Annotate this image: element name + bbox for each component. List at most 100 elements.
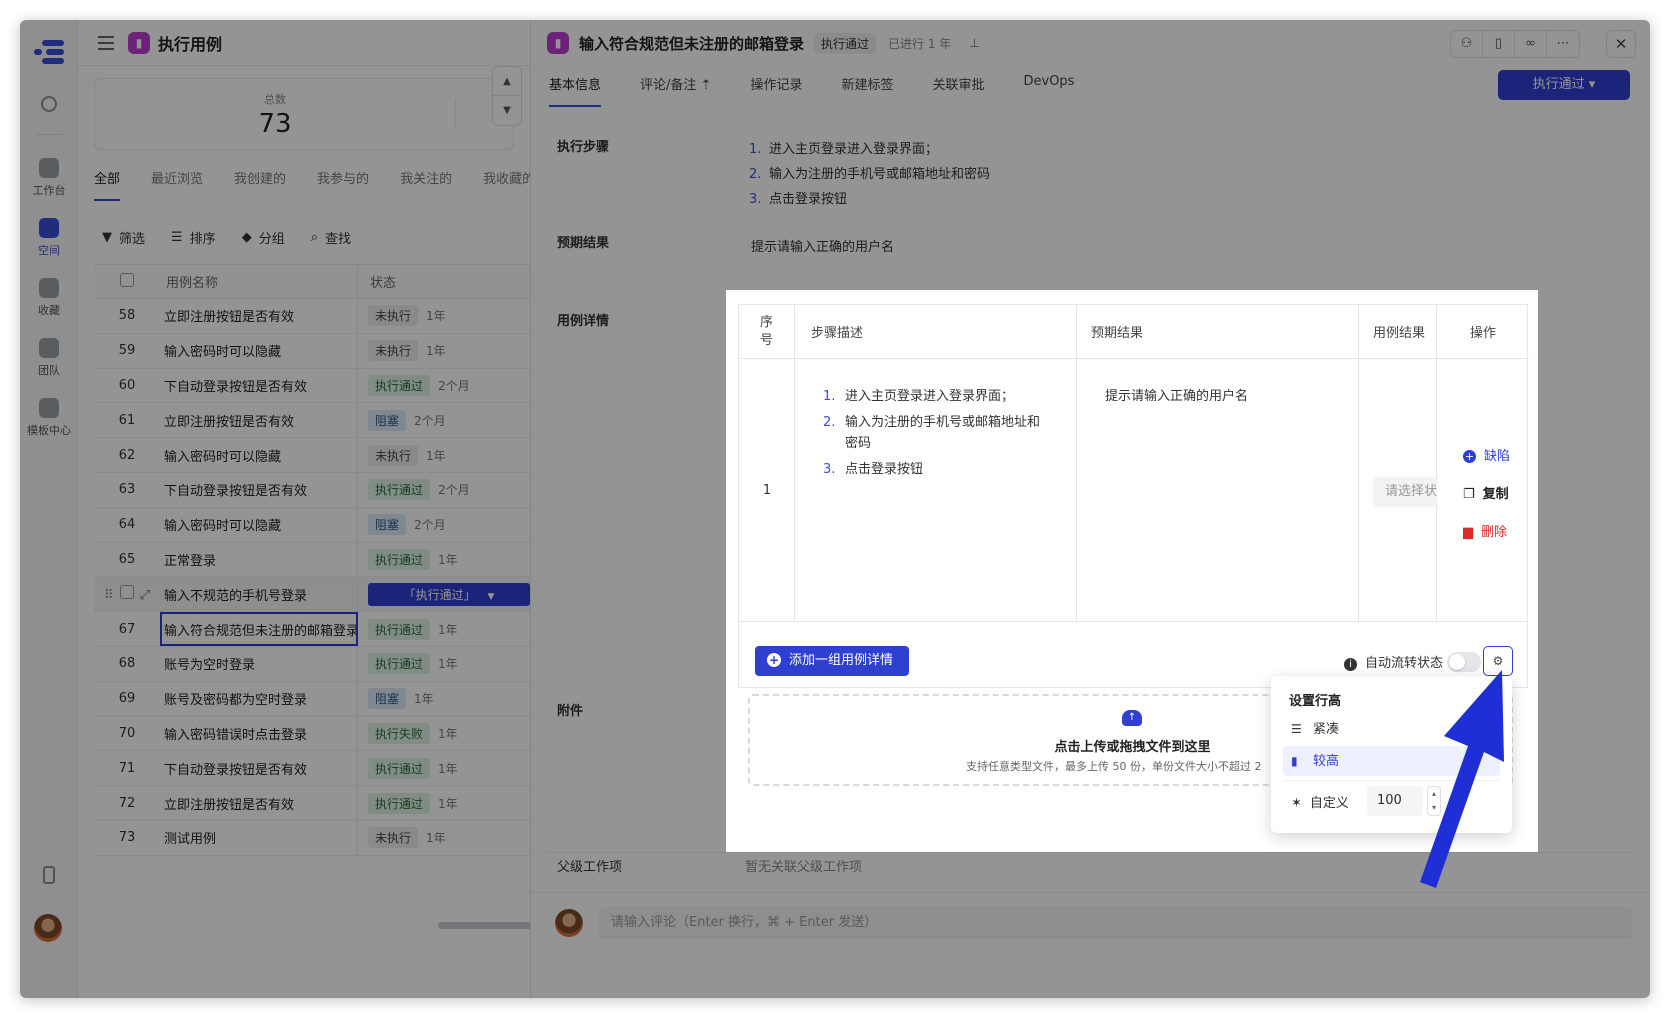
user-avatar[interactable] (34, 914, 62, 942)
table-row[interactable]: ⠿ ⤢ 输入不规范的手机号登录 「执行通过」 ▼ (94, 577, 570, 613)
status-badge[interactable]: 执行通过 (814, 32, 877, 54)
auto-flow-toggle[interactable] (1447, 652, 1481, 672)
case-name[interactable]: 输入密码时可以隐藏 (160, 438, 358, 472)
status-tag[interactable]: 未执行 (368, 444, 419, 466)
row-checkbox[interactable] (119, 585, 134, 600)
case-name[interactable]: 输入符合规范但未注册的邮箱登录 (160, 612, 358, 646)
add-case-detail-button[interactable]: + 添加一组用例详情 (755, 646, 909, 676)
table-row[interactable]: 60 下自动登录按钮是否有效 执行通过 2个月 (94, 368, 570, 404)
case-name[interactable]: 下自动登录按钮是否有效 (160, 472, 358, 507)
status-tag[interactable]: 执行通过 (368, 374, 431, 396)
rail-item-templates[interactable]: 模板中心 (20, 398, 78, 438)
tab-created[interactable]: 我创建的 (234, 168, 286, 201)
case-name[interactable]: 下自动登录按钮是否有效 (160, 368, 358, 403)
find-button[interactable]: ⌕ 查找 (311, 228, 351, 247)
sort-button[interactable]: ☰ 排序 (171, 228, 216, 247)
tab-basic-info[interactable]: 基本信息 (549, 74, 602, 107)
comment-input[interactable]: 请输入评论（Enter 换行，⌘ + Enter 发送） (599, 907, 1632, 939)
members-icon[interactable]: ⚇ (1451, 31, 1483, 57)
app-logo[interactable] (34, 40, 64, 64)
rail-item-team[interactable]: 团队 (20, 338, 78, 378)
link-icon[interactable]: ∞ (1515, 31, 1547, 57)
more-icon[interactable]: ⋯ (1547, 31, 1579, 57)
table-row[interactable]: 73 测试用例 未执行 1年 (94, 820, 570, 856)
status-tag[interactable]: 执行通过 (368, 479, 431, 501)
rail-item-favorites[interactable]: 收藏 (20, 278, 78, 318)
status-tag[interactable]: 未执行 (368, 305, 419, 327)
group-button[interactable]: ◆ 分组 (242, 228, 285, 247)
search-icon[interactable] (20, 96, 78, 116)
filter-button[interactable]: ▼ 筛选 (102, 228, 145, 247)
phone-icon[interactable] (20, 866, 78, 888)
status-tag[interactable]: 执行通过 (368, 618, 431, 640)
copy-button[interactable]: ❐ 复制 (1463, 483, 1509, 502)
rail-item-workbench[interactable]: 工作台 (20, 158, 78, 198)
case-name[interactable]: 输入密码错误时点击登录 (160, 716, 358, 751)
status-tag[interactable]: 未执行 (368, 827, 419, 849)
tab-comments[interactable]: 评论/备注 ⇡ (640, 74, 711, 107)
case-name[interactable]: 正常登录 (160, 542, 358, 577)
tab-all[interactable]: 全部 (94, 168, 121, 201)
table-row[interactable]: 70 输入密码错误时点击登录 执行失败 1年 (94, 716, 570, 752)
case-name[interactable]: 测试用例 (160, 820, 358, 855)
add-defect-button[interactable]: + 缺陷 (1463, 445, 1510, 464)
status-tag[interactable]: 未执行 (368, 340, 419, 362)
status-tag[interactable]: 执行失败 (368, 722, 431, 744)
select-all-checkbox[interactable] (120, 272, 134, 287)
status-tag[interactable]: 执行通过 (368, 548, 431, 570)
tab-devops[interactable]: DevOps (1024, 74, 1075, 107)
table-row[interactable]: 58 立即注册按钮是否有效 未执行 1年 (94, 299, 570, 334)
status-dropdown[interactable]: 「执行通过」 ▼ (368, 582, 530, 606)
case-name[interactable]: 账号为空时登录 (160, 646, 358, 681)
case-name[interactable]: 输入不规范的手机号登录 (160, 577, 358, 612)
status-tag[interactable]: 执行通过 (368, 653, 431, 675)
table-row[interactable]: 68 账号为空时登录 执行通过 1年 (94, 646, 570, 682)
table-row[interactable]: 67 输入符合规范但未注册的邮箱登录 执行通过 1年 (94, 612, 570, 647)
case-name[interactable]: 立即注册按钮是否有效 (160, 786, 358, 820)
table-row[interactable]: 72 立即注册按钮是否有效 执行通过 1年 (94, 786, 570, 821)
case-name[interactable]: 立即注册按钮是否有效 (160, 403, 358, 438)
tab-followed[interactable]: 我关注的 (400, 168, 452, 201)
rail-item-space[interactable]: 空间 (20, 218, 78, 258)
case-name[interactable]: 输入密码时可以隐藏 (160, 333, 358, 368)
table-row[interactable]: 65 正常登录 执行通过 1年 (94, 542, 570, 578)
space-icon (39, 218, 59, 238)
collapse-menu-icon[interactable] (98, 35, 114, 50)
step-expected[interactable]: 提示请输入正确的用户名 (1077, 359, 1359, 621)
tab-recent[interactable]: 最近浏览 (151, 168, 203, 201)
step-description[interactable]: 1. 进入主页登录进入登录界面； 2. 输入为注册的手机号或邮箱地址和 密码 3. 点… (795, 359, 1077, 621)
delete-button[interactable]: ▆ 删除 (1463, 521, 1507, 540)
tab-history[interactable]: 操作记录 (750, 74, 802, 107)
scroll-up-button[interactable]: ▲ (493, 67, 521, 96)
status-tag[interactable]: 执行通过 (368, 757, 431, 779)
pin-icon[interactable]: ⊥ (969, 36, 979, 50)
table-row[interactable]: 69 账号及密码都为空时登录 阻塞 1年 (94, 681, 570, 717)
status-tag[interactable]: 阻塞 (368, 409, 407, 431)
table-row[interactable]: 64 输入密码时可以隐藏 阻塞 2个月 (94, 507, 570, 543)
expand-icon[interactable]: ⤢ (140, 588, 150, 603)
tab-participated[interactable]: 我参与的 (317, 168, 369, 201)
table-row[interactable]: 63 下自动登录按钮是否有效 执行通过 2个月 (94, 472, 570, 508)
table-row[interactable]: 62 输入密码时可以隐藏 未执行 1年 (94, 438, 570, 473)
tab-new-label[interactable]: 新建标签 (841, 74, 893, 107)
close-icon[interactable]: ✕ (1606, 30, 1636, 58)
tab-collected[interactable]: 我收藏的 (483, 168, 535, 201)
bookmark-outline-icon[interactable]: ▯ (1483, 31, 1515, 57)
case-name[interactable]: 立即注册按钮是否有效 (160, 299, 358, 333)
status-tag[interactable]: 阻塞 (368, 514, 407, 536)
table-row[interactable]: 71 下自动登录按钮是否有效 执行通过 1年 (94, 751, 570, 787)
tab-approval[interactable]: 关联审批 (932, 74, 984, 107)
case-name[interactable]: 下自动登录按钮是否有效 (160, 751, 358, 786)
drag-handle-icon[interactable]: ⠿ (104, 588, 114, 603)
case-name[interactable]: 输入密码时可以隐藏 (160, 507, 358, 542)
result-select[interactable]: 请选择状态 (1373, 477, 1437, 507)
table-row[interactable]: 61 立即注册按钮是否有效 阻塞 2个月 (94, 403, 570, 439)
col-name[interactable]: 用例名称 (160, 265, 358, 298)
status-tag[interactable]: 执行通过 (368, 792, 431, 814)
case-name[interactable]: 账号及密码都为空时登录 (160, 681, 358, 716)
status-tag[interactable]: 阻塞 (368, 688, 407, 710)
run-status-button[interactable]: 执行通过 ▾ (1498, 70, 1630, 100)
table-row[interactable]: 59 输入密码时可以隐藏 未执行 1年 (94, 333, 570, 369)
col-status[interactable]: 状态 (358, 272, 396, 291)
scroll-down-button[interactable]: ▼ (493, 96, 521, 125)
